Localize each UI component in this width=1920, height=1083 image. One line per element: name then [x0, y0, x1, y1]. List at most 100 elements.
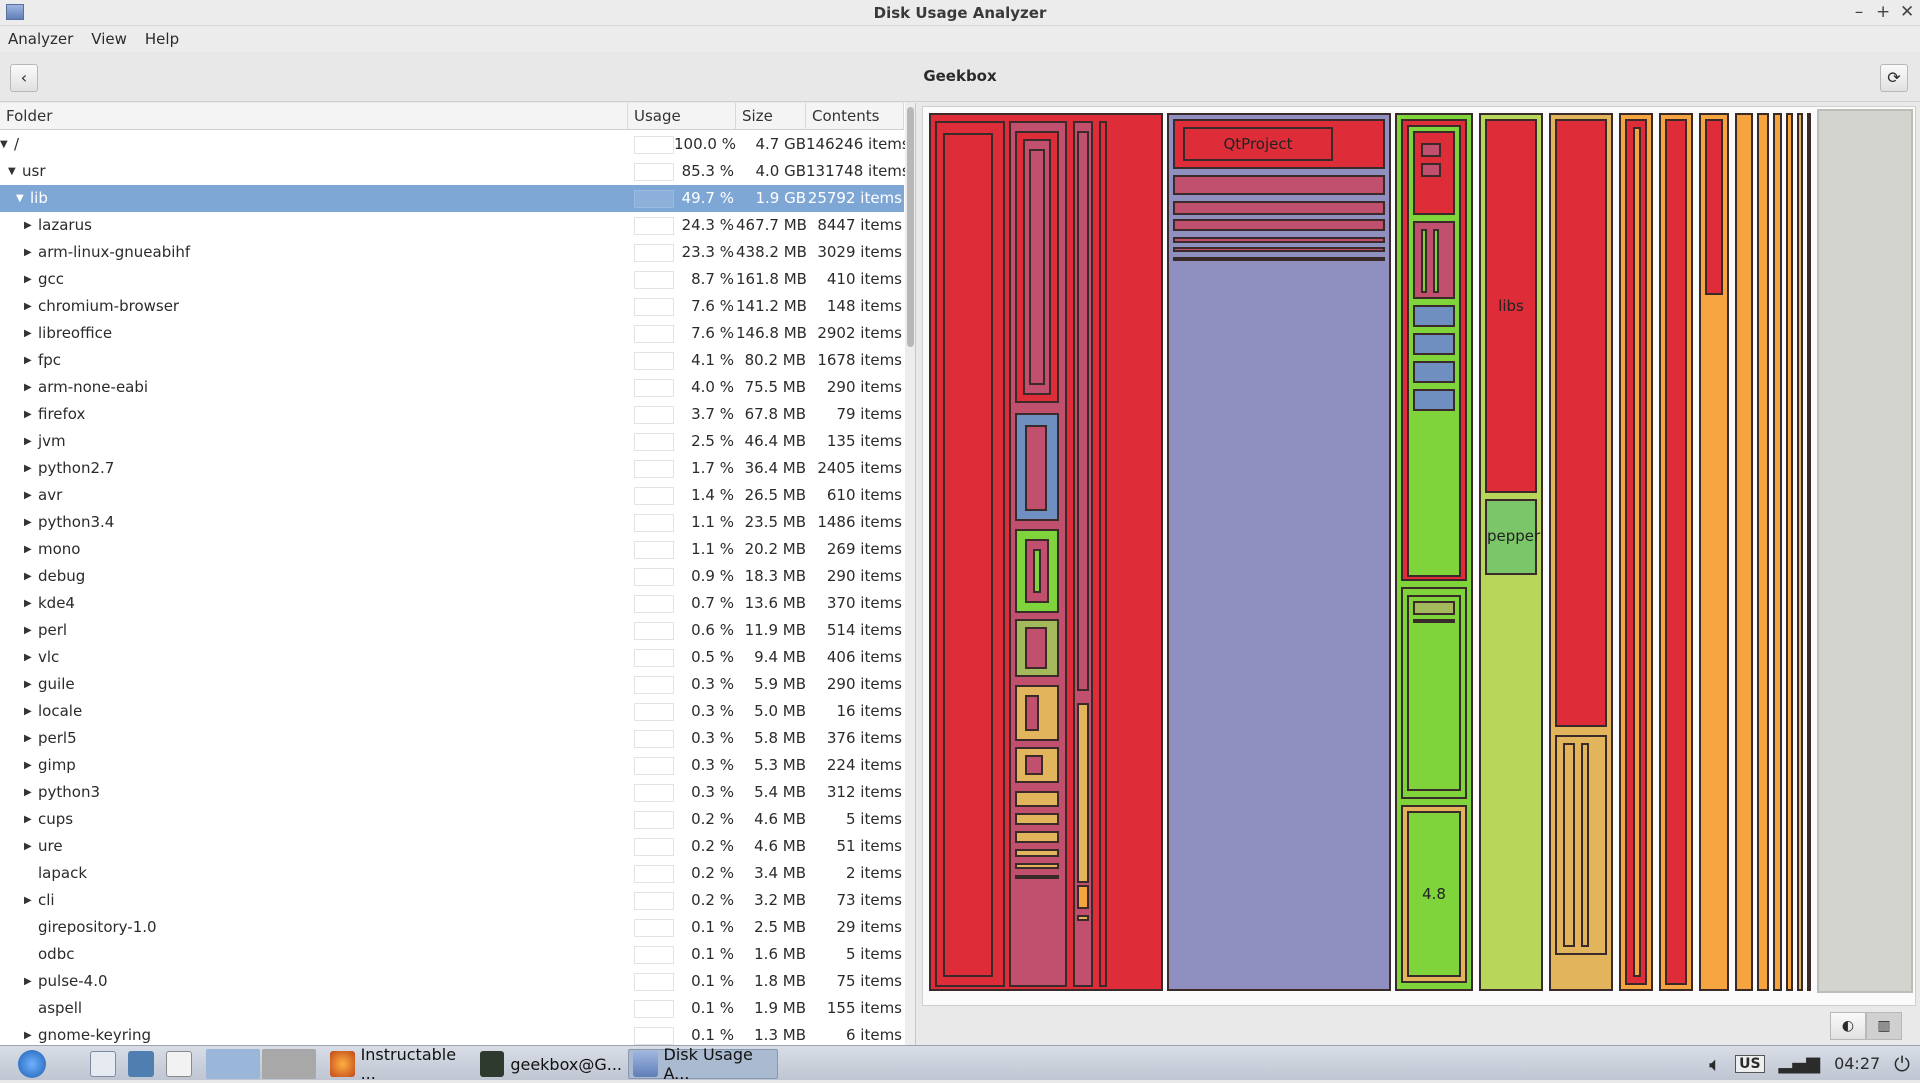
- treemap-block[interactable]: [1421, 143, 1441, 157]
- treemap-block[interactable]: [1173, 219, 1385, 231]
- treemap-libs[interactable]: libs: [1485, 119, 1537, 493]
- expander-icon[interactable]: ▼: [0, 131, 12, 158]
- tree-row[interactable]: ▼ usr 85.3 % 4.0 GB 131748 items: [0, 158, 910, 185]
- column-folder[interactable]: Folder: [0, 103, 628, 130]
- treemap-block[interactable]: [1025, 755, 1043, 775]
- expander-icon[interactable]: ▶: [24, 968, 36, 995]
- tree-row[interactable]: ▶ perl 0.6 % 11.9 MB 514 items: [0, 617, 904, 644]
- treemap-block[interactable]: [1665, 119, 1687, 985]
- treemap-block[interactable]: [1029, 149, 1045, 385]
- minimize-button[interactable]: –: [1852, 2, 1866, 22]
- tree-row[interactable]: ▶ vlc 0.5 % 9.4 MB 406 items: [0, 644, 904, 671]
- expander-icon[interactable]: ▶: [24, 401, 36, 428]
- treemap-block[interactable]: [1025, 425, 1047, 511]
- tree-row[interactable]: ▶ mono 1.1 % 20.2 MB 269 items: [0, 536, 904, 563]
- expander-icon[interactable]: ▶: [24, 347, 36, 374]
- tree-row[interactable]: ▶ cups 0.2 % 4.6 MB 5 items: [0, 806, 904, 833]
- expander-icon[interactable]: ▶: [24, 1022, 36, 1045]
- tree-row[interactable]: ▶ ure 0.2 % 4.6 MB 51 items: [0, 833, 904, 860]
- expander-icon[interactable]: ▶: [24, 482, 36, 509]
- tree-row[interactable]: ▶ gcc 8.7 % 161.8 MB 410 items: [0, 266, 904, 293]
- clock[interactable]: 04:27: [1834, 1054, 1880, 1073]
- tree-row[interactable]: ▶ arm-none-eabi 4.0 % 75.5 MB 290 items: [0, 374, 904, 401]
- treemap-block[interactable]: [1407, 595, 1461, 791]
- treemap-block[interactable]: [1581, 743, 1589, 947]
- treemap-block[interactable]: [1173, 201, 1385, 215]
- tree-row[interactable]: ▶ firefox 3.7 % 67.8 MB 79 items: [0, 401, 904, 428]
- treemap-chart-button[interactable]: ▥: [1866, 1012, 1902, 1040]
- tree-row[interactable]: ▶ fpc 4.1 % 80.2 MB 1678 items: [0, 347, 904, 374]
- treemap-block[interactable]: [1025, 627, 1047, 669]
- treemap-block[interactable]: [1413, 361, 1455, 383]
- expander-icon[interactable]: ▶: [24, 266, 36, 293]
- treemap-block[interactable]: [1077, 131, 1089, 691]
- treemap-block[interactable]: [1015, 863, 1059, 869]
- tree-row[interactable]: lapack 0.2 % 3.4 MB 2 items: [0, 860, 904, 887]
- workspace-1[interactable]: [206, 1049, 260, 1079]
- tree-row[interactable]: ▼/ 100.0 % 4.7 GB 146246 items: [0, 131, 910, 158]
- treemap-python3-4[interactable]: [1786, 113, 1793, 991]
- tree-row[interactable]: ▶ pulse-4.0 0.1 % 1.8 MB 75 items: [0, 968, 904, 995]
- treemap-block[interactable]: [1099, 121, 1107, 987]
- menu-help[interactable]: Help: [145, 30, 179, 48]
- scrollbar-thumb[interactable]: [907, 107, 914, 347]
- treemap-arm-linux-gnueabihf[interactable]: [1167, 113, 1391, 991]
- treemap-block[interactable]: [1633, 127, 1641, 977]
- expander-icon[interactable]: ▶: [24, 536, 36, 563]
- expander-icon[interactable]: ▶: [24, 752, 36, 779]
- expander-icon[interactable]: ▶: [24, 887, 36, 914]
- treemap-block[interactable]: [1563, 743, 1575, 947]
- tree-row[interactable]: ▶ arm-linux-gnueabihf 23.3 % 438.2 MB 3029 i…: [0, 239, 904, 266]
- maximize-button[interactable]: +: [1876, 2, 1890, 22]
- expander-icon[interactable]: ▶: [24, 374, 36, 401]
- column-size[interactable]: Size: [736, 103, 806, 130]
- treemap-block[interactable]: [943, 133, 993, 977]
- treemap-block[interactable]: [1015, 791, 1059, 807]
- expander-icon[interactable]: ▶: [24, 320, 36, 347]
- tree-row[interactable]: ▶ cli 0.2 % 3.2 MB 73 items: [0, 887, 904, 914]
- tree-row[interactable]: ▶ chromium-browser 7.6 % 141.2 MB 148 items: [0, 293, 904, 320]
- volume-icon[interactable]: 🔈︎: [1709, 1052, 1721, 1076]
- expander-icon[interactable]: ▶: [24, 293, 36, 320]
- treemap-block[interactable]: [1077, 885, 1089, 909]
- treemap-block[interactable]: [1705, 119, 1723, 295]
- expander-icon[interactable]: ▶: [24, 833, 36, 860]
- expander-icon[interactable]: ▶: [24, 509, 36, 536]
- treemap-block[interactable]: [1413, 389, 1455, 411]
- treemap-block[interactable]: [1077, 915, 1089, 921]
- task-terminal[interactable]: geekbox@G...: [476, 1049, 622, 1079]
- launcher-network[interactable]: [124, 1049, 154, 1079]
- treemap-block[interactable]: [1413, 619, 1455, 623]
- launcher-file-manager[interactable]: [86, 1049, 116, 1079]
- treemap-block[interactable]: [1413, 333, 1455, 355]
- tree-row[interactable]: ▶ jvm 2.5 % 46.4 MB 135 items: [0, 428, 904, 455]
- tree-row[interactable]: ▶ python3.4 1.1 % 23.5 MB 1486 items: [0, 509, 904, 536]
- expander-icon[interactable]: ▶: [24, 698, 36, 725]
- treemap-block[interactable]: [1077, 703, 1089, 883]
- treemap-qtproject[interactable]: QtProject: [1183, 127, 1333, 161]
- treemap-block[interactable]: [1173, 257, 1385, 261]
- treemap-python2-7[interactable]: [1757, 113, 1769, 991]
- treemap-block[interactable]: [1015, 875, 1059, 879]
- treemap-block[interactable]: [1173, 175, 1385, 195]
- tree-row[interactable]: ▶ gimp 0.3 % 5.3 MB 224 items: [0, 752, 904, 779]
- treemap-avr[interactable]: [1773, 113, 1782, 991]
- launcher-window[interactable]: [162, 1049, 192, 1079]
- treemap-pepper[interactable]: pepper: [1485, 499, 1540, 575]
- treemap-block[interactable]: [1015, 849, 1059, 857]
- tree-row[interactable]: ▶ perl5 0.3 % 5.8 MB 376 items: [0, 725, 904, 752]
- expander-icon[interactable]: ▶: [24, 563, 36, 590]
- expander-icon[interactable]: ▶: [24, 428, 36, 455]
- tree-row[interactable]: ▶ guile 0.3 % 5.9 MB 290 items: [0, 671, 904, 698]
- expander-icon[interactable]: ▶: [24, 590, 36, 617]
- treemap-debug[interactable]: [1807, 113, 1811, 991]
- tree-row[interactable]: ▶ python3 0.3 % 5.4 MB 312 items: [0, 779, 904, 806]
- treemap-block[interactable]: [1555, 119, 1607, 727]
- tree-row[interactable]: girepository-1.0 0.1 % 2.5 MB 29 items: [0, 914, 904, 941]
- task-disk-usage[interactable]: Disk Usage A...: [628, 1045, 778, 1083]
- expander-icon[interactable]: ▶: [24, 644, 36, 671]
- expander-icon[interactable]: ▼: [16, 185, 28, 212]
- treemap-block[interactable]: [1015, 831, 1059, 843]
- menu-view[interactable]: View: [91, 30, 127, 48]
- expander-icon[interactable]: ▶: [24, 806, 36, 833]
